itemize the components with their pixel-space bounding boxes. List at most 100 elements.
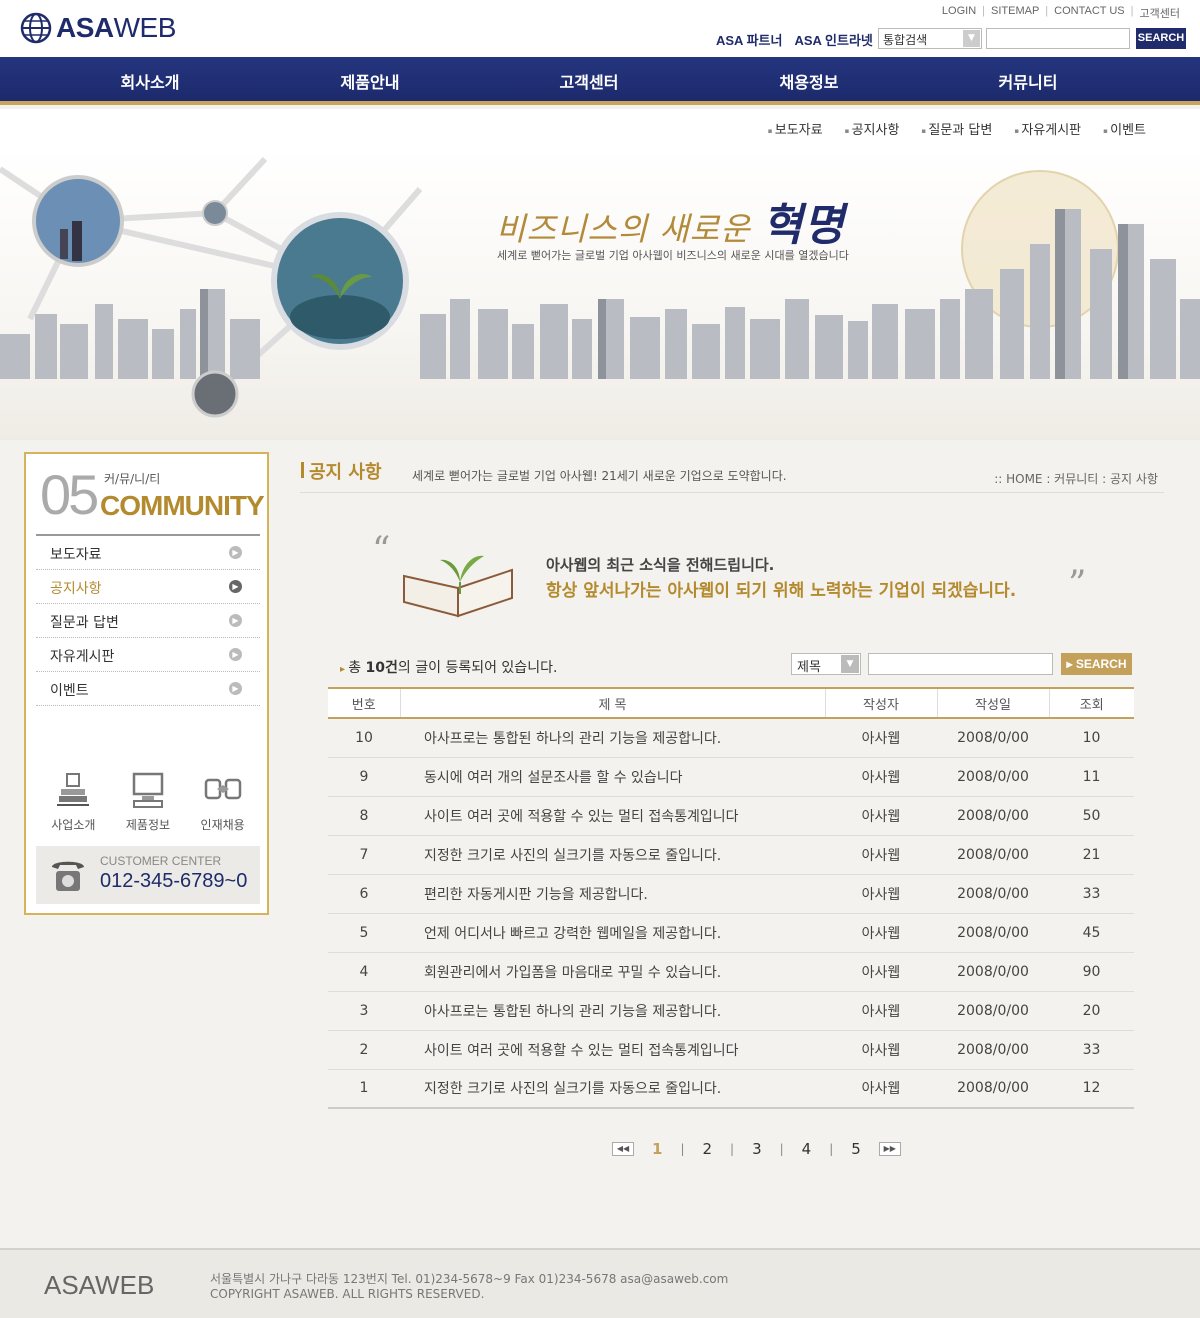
quick-link-business[interactable]: 사업소개 (38, 770, 108, 833)
sidebar-item-notice[interactable]: 공지사항 ▶ (36, 570, 260, 604)
sidebar-item-qna[interactable]: 질문과 답변 ▶ (36, 604, 260, 638)
table-row[interactable]: 7 지정한 크기로 사진의 실크기를 자동으로 줄입니다. 아사웹 2008/0/00… (328, 835, 1134, 875)
nav-item-support[interactable]: 고객센터 (519, 69, 659, 93)
cell-date: 2008/0/00 (937, 913, 1049, 953)
cell-number: 8 (328, 796, 400, 836)
cell-views: 21 (1049, 835, 1134, 875)
table-row[interactable]: 8 사이트 여러 곳에 적용할 수 있는 멀티 접속통계입니다 아사웹 2008/0/… (328, 796, 1134, 836)
sidebar-item-press[interactable]: 보도자료 ▶ (36, 536, 260, 570)
main-nav: 회사소개 제품안내 고객센터 채용정보 커뮤니티 (0, 57, 1200, 105)
quick-link-label: 인재채용 (200, 818, 245, 832)
cell-views: 90 (1049, 952, 1134, 992)
nav-item-community[interactable]: 커뮤니티 (958, 69, 1098, 93)
banner-title: 비즈니스의 새로운 혁명 (496, 200, 845, 251)
board-search-field-select[interactable]: 제목 ▼ (791, 653, 861, 675)
table-row[interactable]: 1 지정한 크기로 사진의 실크기를 자동으로 줄입니다. 아사웹 2008/0/00… (328, 1069, 1134, 1109)
subnav-item-notice[interactable]: 공지사항 (845, 119, 900, 138)
cell-subject[interactable]: 회원관리에서 가입폼을 마음대로 꾸밀 수 있습니다. (400, 952, 825, 992)
cell-subject[interactable]: 사이트 여러 곳에 적용할 수 있는 멀티 접속통계입니다 (400, 796, 825, 836)
cell-subject[interactable]: 언제 어디서나 빠르고 강력한 웹메일을 제공합니다. (400, 913, 825, 953)
table-row[interactable]: 10 아사프로는 통합된 하나의 관리 기능을 제공합니다. 아사웹 2008/0/0… (328, 718, 1134, 758)
footer-logo: ASAWEB (44, 1270, 155, 1300)
page-link-2[interactable]: 2 (702, 1140, 712, 1158)
nav-item-products[interactable]: 제품안내 (300, 69, 440, 93)
page-link-1[interactable]: 1 (652, 1140, 662, 1158)
customer-center-link[interactable]: 고객센터 (1140, 5, 1180, 21)
cell-views: 33 (1049, 1030, 1134, 1070)
cell-number: 5 (328, 913, 400, 953)
cell-author: 아사웹 (825, 757, 937, 797)
sitemap-link[interactable]: SITEMAP (991, 5, 1039, 21)
cell-date: 2008/0/00 (937, 874, 1049, 914)
table-row[interactable]: 3 아사프로는 통합된 하나의 관리 기능을 제공합니다. 아사웹 2008/0/00… (328, 991, 1134, 1031)
logo[interactable]: ASAWEB (20, 12, 176, 44)
cell-views: 20 (1049, 991, 1134, 1031)
subnav-item-qna[interactable]: 질문과 답변 (921, 119, 992, 138)
board-search-input[interactable] (868, 653, 1053, 675)
page-link-4[interactable]: 4 (802, 1140, 812, 1158)
login-link[interactable]: LOGIN (942, 5, 976, 21)
cell-subject[interactable]: 지정한 크기로 사진의 실크기를 자동으로 줄입니다. (400, 835, 825, 875)
table-row[interactable]: 9 동시에 여러 개의 설문조사를 할 수 있습니다 아사웹 2008/0/00 11 (328, 757, 1134, 797)
cell-subject[interactable]: 편리한 자동게시판 기능을 제공합니다. (400, 874, 825, 914)
sidebar-item-label: 질문과 답변 (50, 615, 119, 631)
search-input[interactable] (986, 28, 1130, 49)
cell-author: 아사웹 (825, 718, 937, 758)
cell-number: 4 (328, 952, 400, 992)
sidebar-item-label: 이벤트 (50, 683, 89, 699)
contact-link[interactable]: CONTACT US (1054, 5, 1125, 21)
subnav-item-event[interactable]: 이벤트 (1103, 119, 1146, 138)
notice-line-2: 항상 앞서나가는 아사웹이 되기 위해 노력하는 기업이 되겠습니다. (546, 581, 1017, 601)
separator: | (982, 5, 985, 17)
cell-subject[interactable]: 사이트 여러 곳에 적용할 수 있는 멀티 접속통계입니다 (400, 1030, 825, 1070)
cell-subject[interactable]: 아사프로는 통합된 하나의 관리 기능을 제공합니다. (400, 718, 825, 758)
cell-author: 아사웹 (825, 913, 937, 953)
cell-number: 10 (328, 718, 400, 758)
footer-copyright: COPYRIGHT ASAWEB. ALL RIGHTS RESERVED. (210, 1287, 485, 1301)
cell-date: 2008/0/00 (937, 1030, 1049, 1070)
cell-subject[interactable]: 아사프로는 통합된 하나의 관리 기능을 제공합니다. (400, 991, 825, 1031)
table-row[interactable]: 4 회원관리에서 가입폼을 마음대로 꾸밀 수 있습니다. 아사웹 2008/0/00… (328, 952, 1134, 992)
hero-banner: 비즈니스의 새로운 혁명 세계로 뻗어가는 글로벌 기업 아사웹이 비즈니스의 … (0, 149, 1200, 440)
col-subject: 제 목 (399, 687, 825, 719)
cell-number: 3 (328, 991, 400, 1031)
page-link-3[interactable]: 3 (752, 1140, 762, 1158)
partner-link[interactable]: ASA 파트너 (716, 30, 782, 49)
search-scope-select[interactable]: 통합검색 ▼ (878, 28, 982, 49)
cell-views: 45 (1049, 913, 1134, 953)
cell-author: 아사웹 (825, 796, 937, 836)
quick-link-careers[interactable]: 인재채용 (188, 770, 258, 833)
table-row[interactable]: 6 편리한 자동게시판 기능을 제공합니다. 아사웹 2008/0/00 33 (328, 874, 1134, 914)
next-page-button[interactable]: ▶▶ (878, 1142, 901, 1156)
col-author: 작성자 (824, 687, 937, 719)
arrow-circle-icon: ▶ (229, 580, 242, 593)
handshake-icon (204, 778, 241, 800)
page-description: 세계로 뻗어가는 글로벌 기업 아사웹! 21세기 새로운 기업으로 도약합니다… (412, 469, 787, 483)
cell-date: 2008/0/00 (937, 991, 1049, 1031)
separator: | (829, 1142, 834, 1156)
sidebar-item-label: 보도자료 (50, 547, 102, 563)
board-search-button[interactable]: ▸ SEARCH (1061, 653, 1132, 675)
arrow-circle-icon: ▶ (229, 614, 242, 627)
cell-subject[interactable]: 동시에 여러 개의 설문조사를 할 수 있습니다 (400, 757, 825, 797)
cell-author: 아사웹 (825, 1030, 937, 1070)
nav-item-careers[interactable]: 채용정보 (739, 69, 879, 93)
sidebar-item-board[interactable]: 자유게시판 ▶ (36, 638, 260, 672)
cell-views: 12 (1049, 1069, 1134, 1109)
prev-page-button[interactable]: ◀◀ (612, 1142, 634, 1156)
cell-number: 2 (328, 1030, 400, 1070)
sidebar-item-event[interactable]: 이벤트 ▶ (36, 672, 260, 706)
cell-subject[interactable]: 지정한 크기로 사진의 실크기를 자동으로 줄입니다. (400, 1069, 825, 1109)
subnav-item-board[interactable]: 자유게시판 (1014, 119, 1081, 138)
quick-link-products[interactable]: 제품정보 (113, 770, 183, 833)
page-link-5[interactable]: 5 (851, 1140, 861, 1158)
search-button[interactable]: SEARCH (1136, 28, 1186, 49)
table-row[interactable]: 5 언제 어디서나 빠르고 강력한 웹메일을 제공합니다. 아사웹 2008/0/00… (328, 913, 1134, 953)
nav-item-company[interactable]: 회사소개 (80, 69, 220, 93)
table-row[interactable]: 2 사이트 여러 곳에 적용할 수 있는 멀티 접속통계입니다 아사웹 2008/0/… (328, 1030, 1134, 1070)
intranet-link[interactable]: ASA 인트라넷 (794, 30, 872, 49)
sidebar-item-label: 자유게시판 (50, 649, 115, 665)
cell-number: 9 (328, 757, 400, 797)
section-number: 05 (40, 463, 99, 526)
subnav-item-press[interactable]: 보도자료 (768, 119, 823, 138)
